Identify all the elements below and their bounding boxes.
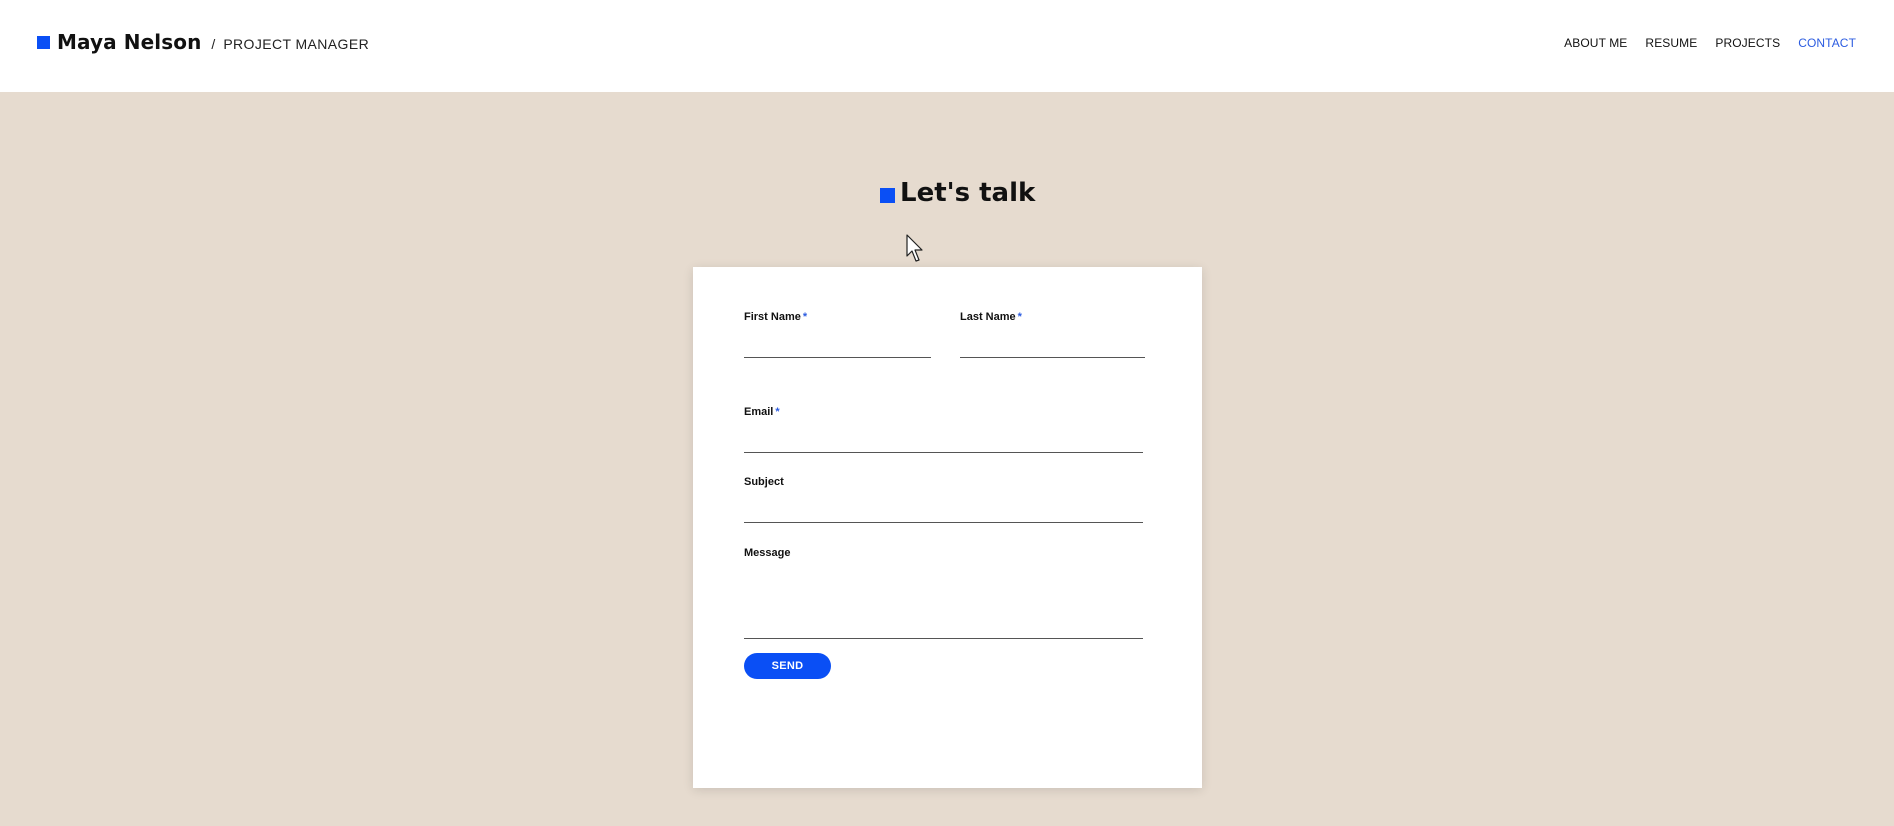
subject-field: Subject — [744, 476, 1143, 526]
mouse-pointer-icon — [906, 234, 923, 262]
last-name-label: Last Name * — [960, 311, 1022, 323]
first-name-input[interactable] — [744, 333, 931, 358]
last-name-input[interactable] — [960, 333, 1145, 358]
brand-square-icon — [37, 35, 50, 49]
first-name-field: First Name * — [744, 311, 931, 361]
brand-name: Maya Nelson — [57, 30, 202, 54]
first-name-label: First Name * — [744, 311, 808, 323]
subject-input[interactable] — [744, 498, 1143, 523]
brand[interactable]: Maya Nelson / PROJECT MANAGER — [37, 28, 369, 56]
required-mark: * — [775, 406, 780, 418]
section-title: Let's talk — [880, 178, 1035, 208]
main-nav: ABOUT ME RESUME PROJECTS CONTACT — [1546, 36, 1856, 50]
email-label: Email * — [744, 406, 780, 418]
message-label: Message — [744, 547, 791, 559]
email-field: Email * — [744, 406, 1143, 456]
nav-about-me[interactable]: ABOUT ME — [1564, 36, 1627, 50]
contact-form: First Name * Last Name * Email * Subject Me… — [693, 267, 1202, 788]
message-field: Message — [744, 547, 1143, 642]
site-header: Maya Nelson / PROJECT MANAGER ABOUT ME R… — [0, 0, 1894, 92]
title-square-icon — [880, 187, 895, 203]
nav-contact[interactable]: CONTACT — [1798, 36, 1856, 50]
required-mark: * — [802, 311, 808, 323]
email-input[interactable] — [744, 428, 1143, 453]
brand-separator: / — [211, 36, 216, 52]
brand-role: PROJECT MANAGER — [223, 36, 370, 52]
section-title-text: Let's talk — [900, 178, 1036, 208]
subject-label: Subject — [744, 476, 784, 488]
required-mark: * — [1017, 311, 1022, 323]
send-button[interactable]: SEND — [744, 653, 831, 679]
last-name-field: Last Name * — [960, 311, 1145, 361]
message-textarea[interactable] — [744, 567, 1143, 639]
nav-resume[interactable]: RESUME — [1645, 36, 1697, 50]
nav-projects[interactable]: PROJECTS — [1715, 36, 1780, 50]
